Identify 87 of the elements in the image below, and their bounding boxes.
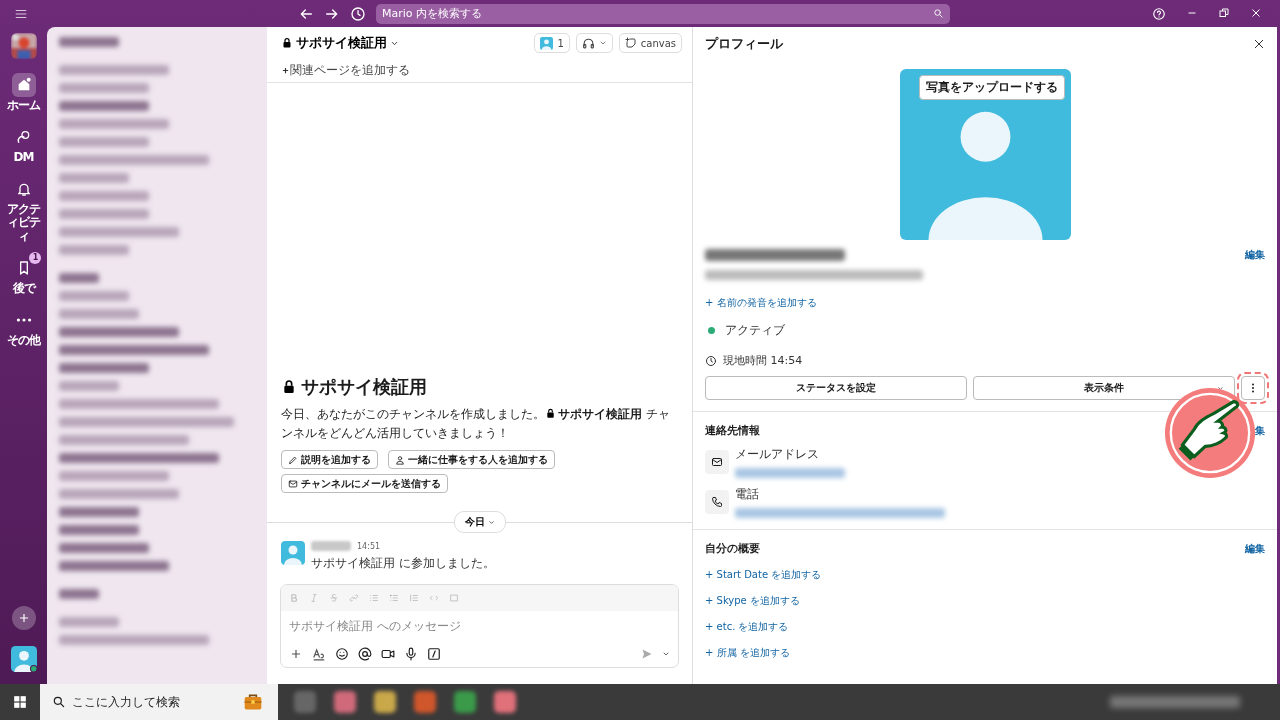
blurred-text: [59, 245, 129, 255]
search-field[interactable]: Mario 内を検索する: [376, 3, 950, 24]
edit-link[interactable]: 編集: [1245, 248, 1265, 262]
action-button[interactable]: 一緒に仕事をする人を追加する: [388, 450, 555, 469]
rail-item[interactable]: その他: [0, 307, 47, 348]
message-text: サポサイ検証用 に参加しました。: [311, 555, 495, 572]
blurred-text: [311, 541, 351, 551]
blurred-text: [59, 291, 129, 301]
upload-photo-button[interactable]: 写真をアップロードする: [918, 75, 1065, 100]
add-field-link[interactable]: + etc. を追加する: [705, 620, 789, 634]
add-page-link[interactable]: 関連ページを追加する: [267, 59, 692, 83]
message-composer[interactable]: サポサイ検証用 へのメッセージ: [280, 584, 679, 668]
add-field-link[interactable]: + Skype を追加する: [705, 594, 800, 608]
help-icon[interactable]: [1152, 6, 1166, 21]
headphones-icon: [581, 36, 595, 50]
blurred-text: [59, 173, 129, 183]
rail-item[interactable]: DM: [0, 124, 47, 165]
channel-title[interactable]: サポサイ検証用: [281, 34, 399, 52]
lock-icon: [281, 379, 297, 396]
close-button[interactable]: [1253, 38, 1265, 50]
user-avatar[interactable]: [10, 646, 37, 672]
status-dot: [708, 327, 715, 334]
add-pronunciation-link[interactable]: + 名前の発音を追加する: [705, 296, 1265, 310]
set-status-button[interactable]: ステータスを設定: [705, 376, 967, 400]
plus-icon: [281, 66, 290, 75]
blurred-text: [59, 37, 119, 47]
edit-link[interactable]: 集: [1255, 424, 1265, 438]
close-icon: [1253, 38, 1265, 50]
search-icon: [933, 8, 944, 19]
blurred-text: [59, 617, 119, 627]
lock-icon: [281, 37, 293, 49]
mail-icon: [288, 478, 298, 489]
slash-command-icon[interactable]: [427, 647, 441, 661]
edit-link[interactable]: 編集: [1245, 542, 1265, 556]
taskbar-app-icon[interactable]: [494, 691, 516, 713]
history-clock-icon[interactable]: [350, 5, 366, 22]
pencil-icon: [288, 454, 298, 465]
emoji-icon[interactable]: [335, 647, 349, 661]
mail-icon: [711, 456, 723, 468]
taskbar-search-box[interactable]: ここに入力して検索: [40, 684, 230, 720]
microphone-icon[interactable]: [404, 647, 418, 661]
local-time: 現地時間 14:54: [723, 353, 803, 368]
user-avatar: [281, 541, 305, 565]
blurred-text: [59, 589, 99, 599]
message-time: 14:51: [357, 541, 381, 551]
taskbar-app-icon[interactable]: [374, 691, 396, 713]
section-title: 連絡先情報: [705, 424, 760, 438]
text-format-icon[interactable]: [312, 647, 326, 661]
date-divider[interactable]: 今日: [453, 511, 506, 533]
pointing-hand-icon: [1163, 386, 1257, 480]
windows-logo-icon: [13, 695, 27, 709]
rail-item[interactable]: ホーム: [0, 73, 47, 113]
add-field-link[interactable]: + Start Date を追加する: [705, 568, 822, 582]
rail-item[interactable]: アクティビティ: [0, 176, 47, 244]
video-icon[interactable]: [381, 647, 395, 661]
field-label: 電話: [735, 486, 760, 503]
restore-icon[interactable]: [1218, 6, 1230, 19]
plus-icon[interactable]: [289, 647, 303, 661]
search-icon: [52, 695, 66, 709]
channel-heading: サポサイ検証用: [281, 375, 678, 400]
view-options-button[interactable]: 表示条件: [973, 376, 1235, 400]
blurred-text: [59, 381, 119, 391]
section-title: 自分の概要: [705, 542, 760, 556]
field-label: メールアドレス: [735, 446, 820, 463]
add-field-link[interactable]: + 所属 を追加する: [705, 646, 790, 660]
workspace-avatar[interactable]: [10, 33, 37, 59]
more-icon: [15, 317, 32, 322]
chat-bubbles-icon: [15, 128, 32, 145]
action-button[interactable]: チャンネルにメールを送信する: [281, 474, 448, 493]
count-badge: 1: [29, 252, 41, 264]
action-button[interactable]: 説明を追加する: [281, 450, 378, 469]
blurred-text: [59, 273, 99, 283]
add-button[interactable]: [11, 606, 36, 630]
close-icon[interactable]: [1250, 6, 1262, 19]
mention-icon[interactable]: [358, 647, 372, 661]
canvas-icon: [624, 37, 637, 49]
phone-icon: [711, 496, 723, 508]
lock-icon: [545, 408, 556, 420]
clock-icon: [705, 354, 717, 367]
member-avatar-icon: [540, 36, 554, 50]
intro-text: 今日、あなたがこのチャンネルを作成しました。サポサイ検証用 チャンネルをどんどん活用していきましょう！: [281, 406, 671, 442]
panel-title: プロフィール: [705, 35, 783, 53]
huddle-button[interactable]: [575, 33, 613, 53]
person-icon: [395, 454, 405, 465]
canvas-button[interactable]: canvas: [618, 33, 682, 53]
members-button[interactable]: 1: [534, 33, 570, 53]
status-text: アクティブ: [725, 322, 785, 339]
